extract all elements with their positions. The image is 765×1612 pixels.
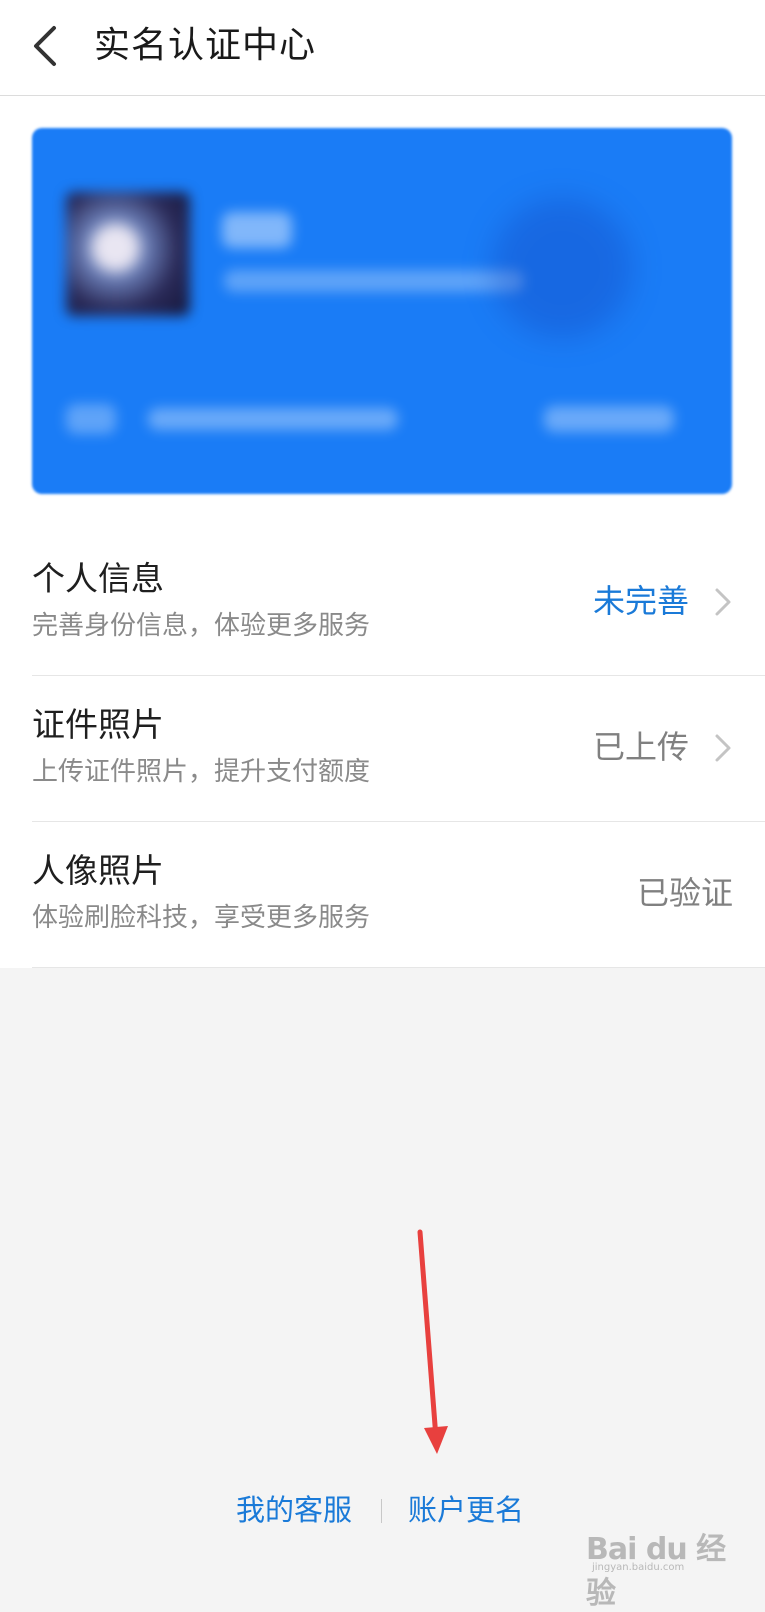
blurred-username	[222, 212, 292, 248]
status-badge: 未完善	[592, 582, 689, 620]
avatar	[66, 192, 190, 316]
row-title: 证件照片	[32, 705, 164, 744]
row-subtitle: 上传证件照片，提升支付额度	[32, 757, 371, 787]
link-divider	[381, 1499, 382, 1523]
row-subtitle: 完善身份信息，体验更多服务	[32, 611, 371, 641]
chevron-left-icon	[34, 26, 56, 66]
blurred-security-icon	[66, 404, 116, 434]
back-button[interactable]	[24, 18, 80, 74]
blurred-card-link	[544, 406, 674, 432]
list-item-id-photos[interactable]: 证件照片 上传证件照片，提升支付额度 已上传	[32, 676, 765, 822]
rename-account-link[interactable]: 账户更名	[408, 1488, 524, 1532]
account-card-section	[0, 96, 765, 530]
verification-list: 个人信息 完善身份信息，体验更多服务 未完善 证件照片 上传证件照片，提升支付额…	[0, 530, 765, 968]
customer-service-link[interactable]: 我的客服	[236, 1488, 352, 1532]
list-item-personal-info[interactable]: 个人信息 完善身份信息，体验更多服务 未完善	[32, 530, 765, 676]
row-title: 人像照片	[32, 851, 164, 890]
chevron-right-icon	[715, 588, 731, 616]
status-badge: 已上传	[592, 728, 689, 766]
annotation-arrow-icon	[417, 1229, 448, 1454]
nav-header: 实名认证中心	[0, 0, 765, 96]
row-subtitle: 体验刷脸科技，享受更多服务	[32, 903, 371, 933]
account-card[interactable]	[32, 128, 732, 494]
blurred-account-id	[224, 270, 524, 292]
chevron-right-icon	[715, 734, 731, 762]
blurred-card-note	[148, 408, 398, 430]
status-badge: 已验证	[636, 874, 733, 912]
page-title: 实名认证中心	[94, 25, 317, 66]
blurred-decoration	[492, 198, 632, 338]
row-title: 个人信息	[32, 559, 164, 598]
watermark-url: jingyan.baidu.com	[592, 1562, 685, 1573]
list-item-portrait-photo[interactable]: 人像照片 体验刷脸科技，享受更多服务 已验证	[32, 822, 765, 968]
baidu-jingyan-watermark: Bai du 经验 jingyan.baidu.com	[586, 1524, 746, 1611]
